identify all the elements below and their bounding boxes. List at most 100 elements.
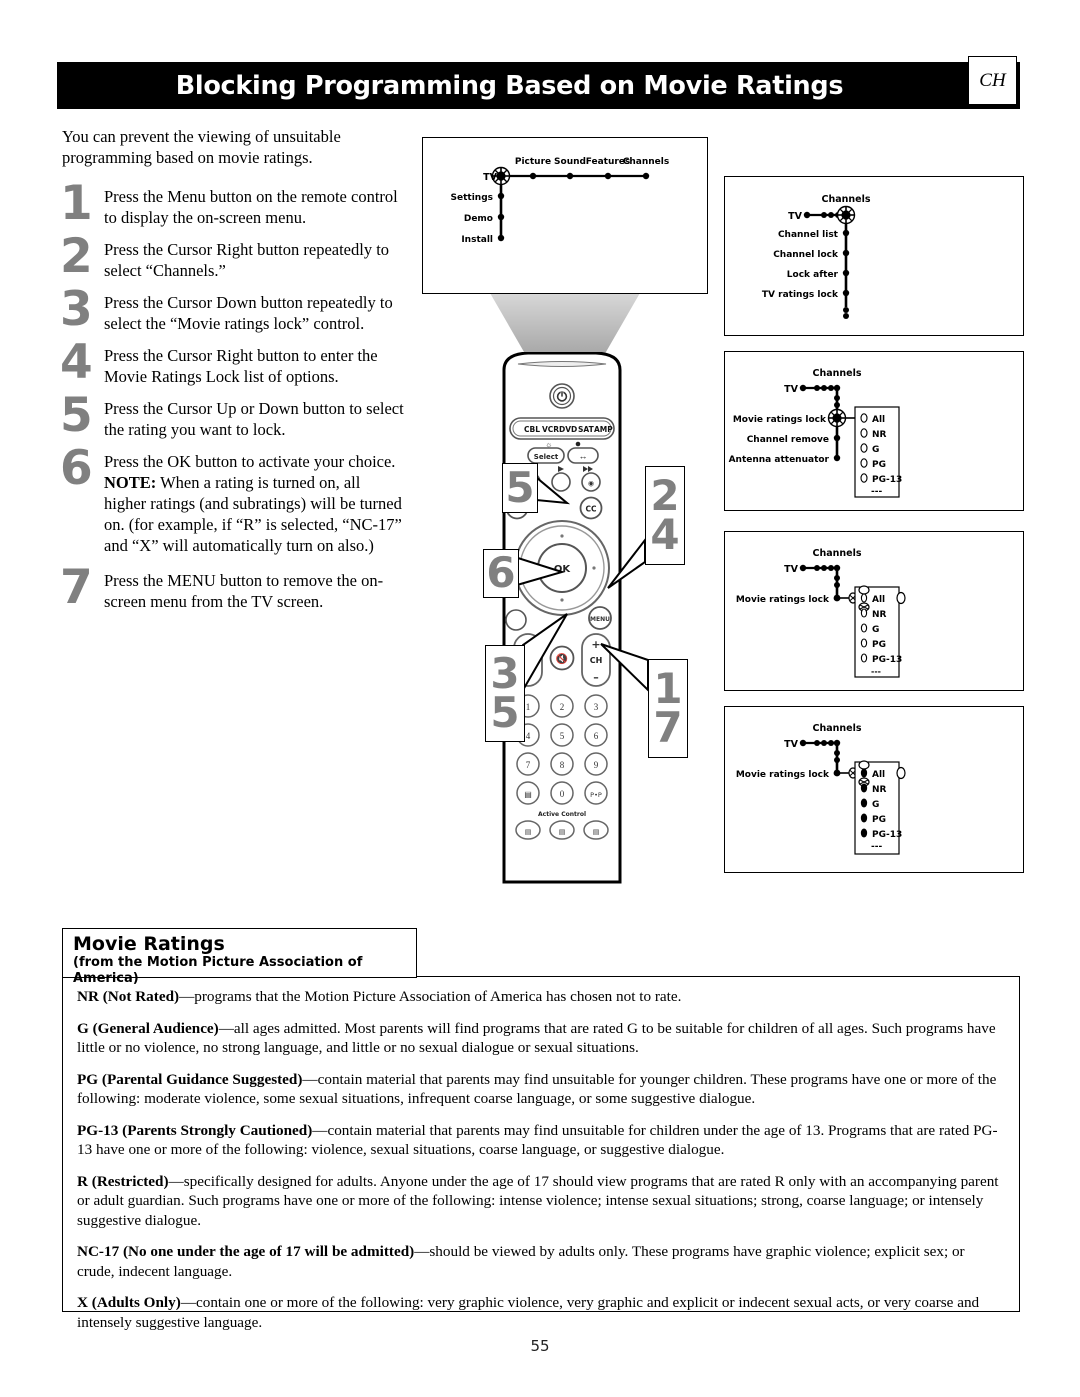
status-icon: ▤ bbox=[593, 828, 600, 836]
rating-term: NR (Not Rated) bbox=[77, 988, 180, 1005]
diagram2-parent-label: Channels bbox=[812, 368, 861, 379]
device-key-vcr: VCR bbox=[542, 425, 559, 434]
option-more: --- bbox=[871, 842, 882, 852]
step-text: Press the Menu button on the remote cont… bbox=[104, 187, 398, 227]
svg-text:◉: ◉ bbox=[588, 480, 594, 488]
exit-button bbox=[505, 609, 527, 631]
pip-label: P•P bbox=[590, 791, 602, 799]
right-cursor-icon bbox=[896, 766, 906, 780]
option-nr: NR bbox=[872, 785, 887, 795]
menu-item-sound: Sound bbox=[554, 157, 586, 167]
rating-term: R (Restricted) bbox=[77, 1172, 169, 1190]
callout-step-3-5: 3 5 bbox=[485, 645, 525, 742]
tv-root-label: TV bbox=[483, 172, 497, 183]
callout-step-1-7: 1 7 bbox=[648, 659, 688, 758]
diagram-channels-menu: TV Channels Channel list Channel lock Lo… bbox=[724, 176, 1024, 336]
cursor-up-marker bbox=[560, 534, 564, 538]
tv-root-label: TV bbox=[784, 384, 798, 395]
rating-term: PG (Parental Guidance Suggested) bbox=[77, 1070, 303, 1088]
menu-item-channel-list: Channel list bbox=[778, 230, 839, 240]
movie-ratings-subtitle: (from the Motion Picture Association of … bbox=[73, 955, 363, 986]
rating-term: PG-13 (Parents Strongly Cautioned) bbox=[77, 1121, 313, 1139]
device-key-sat: SAT bbox=[578, 425, 595, 434]
menu-item-tv-ratings-lock: TV ratings lock bbox=[762, 290, 839, 300]
option-pg: PG bbox=[872, 815, 886, 825]
menu-item-channels: Channels bbox=[623, 157, 669, 167]
option-pg-13: PG-13 bbox=[872, 830, 902, 840]
callout-step-2-4: 2 4 bbox=[645, 466, 685, 565]
manual-page: Blocking Programming Based on Movie Rati… bbox=[0, 0, 1080, 1397]
movie-ratings-header: Movie Ratings (from the Motion Picture A… bbox=[62, 928, 417, 986]
step-text: Press the Cursor Right button repeatedly… bbox=[104, 240, 390, 280]
tv-root-label: TV bbox=[784, 564, 798, 575]
diagram1-svg: TV Channels Channel list Channel lock Lo… bbox=[762, 194, 871, 319]
menu-item-channel-lock: Channel lock bbox=[773, 250, 839, 260]
diagram4-svg: TV Channels Movie ratings lock All NR G … bbox=[736, 723, 906, 855]
channel-label: CH bbox=[590, 656, 603, 665]
select-label: Select bbox=[534, 453, 559, 461]
selected-node-icon bbox=[838, 207, 854, 223]
mute-icon: 🔇 bbox=[556, 652, 568, 665]
note-label: NOTE: bbox=[104, 473, 157, 492]
diagram-ratings-list-locked: TV Channels Movie ratings lock All NR G … bbox=[724, 706, 1024, 873]
channel-down: – bbox=[593, 671, 599, 684]
step-number: 5 bbox=[60, 388, 93, 443]
step-item: 7 Press the MENU button to remove the on… bbox=[60, 564, 410, 612]
svg-text:7: 7 bbox=[526, 760, 531, 770]
callout-number: 6 bbox=[486, 548, 516, 598]
cursor-left-marker bbox=[528, 566, 532, 570]
step-text: Press the Cursor Up or Down button to se… bbox=[104, 399, 404, 439]
callout-number: 5 bbox=[505, 462, 535, 512]
rating-entry: PG-13 (Parents Strongly Cautioned)—conta… bbox=[77, 1121, 1005, 1160]
pip-position-icon: ▤ bbox=[524, 790, 532, 799]
steps-list: 1 Press the Menu button on the remote co… bbox=[60, 180, 410, 621]
movie-ratings-body: NR (Not Rated)—programs that the Motion … bbox=[62, 976, 1020, 1331]
option-g: G bbox=[872, 800, 879, 810]
step-note: NOTE: When a rating is turned on, all hi… bbox=[104, 472, 404, 556]
rating-entry: G (General Audience)—all ages admitted. … bbox=[77, 1019, 1005, 1058]
step-number: 1 bbox=[60, 176, 93, 231]
option-all: All bbox=[872, 595, 885, 605]
step-number: 6 bbox=[60, 441, 93, 496]
menu-item-antenna-attenuator: Antenna attenuator bbox=[729, 455, 830, 465]
step-text: Press the MENU button to remove the on-s… bbox=[104, 571, 384, 611]
tv-root-label: TV bbox=[788, 211, 802, 222]
play-button bbox=[551, 472, 571, 492]
remote-control-illustration: CBL VCR DVD SAT AMP ☼ Select ↔ ◉ ☺ CC OK bbox=[502, 352, 622, 884]
cursor-down-marker bbox=[560, 598, 564, 602]
tv-root-label: TV bbox=[784, 739, 798, 750]
volume-down: – bbox=[525, 672, 531, 685]
menu-label: MENU bbox=[590, 616, 610, 623]
ok-label: OK bbox=[554, 564, 572, 575]
option-g: G bbox=[872, 445, 879, 455]
step-text-group: Press the OK button to activate your cho… bbox=[104, 451, 404, 556]
option-all: All bbox=[872, 415, 885, 425]
right-cursor-icon bbox=[896, 591, 906, 605]
tv-menu-tree: TV Picture Sound Features Channels Setti… bbox=[451, 157, 670, 245]
option-nr: NR bbox=[872, 610, 887, 620]
active-control-label: Active Control bbox=[538, 811, 586, 818]
menu-item-picture: Picture bbox=[515, 157, 551, 167]
step-item: 5 Press the Cursor Up or Down button to … bbox=[60, 392, 410, 440]
step-number: 7 bbox=[60, 560, 93, 615]
option-g: G bbox=[872, 625, 879, 635]
page-header-bar: Blocking Programming Based on Movie Rati… bbox=[57, 62, 1020, 109]
rating-entry: NR (Not Rated)—programs that the Motion … bbox=[77, 987, 1005, 1007]
diagram4-parent-label: Channels bbox=[812, 723, 861, 734]
device-key-amp: AMP bbox=[594, 425, 613, 434]
step-text: Press the OK button to activate your cho… bbox=[104, 452, 396, 471]
svg-text:3: 3 bbox=[594, 702, 599, 712]
option-pg-13: PG-13 bbox=[872, 655, 902, 665]
info-icon: ▤ bbox=[525, 828, 532, 836]
rating-desc: —specifically designed for adults. Anyon… bbox=[77, 1172, 999, 1229]
step-number: 2 bbox=[60, 229, 93, 284]
menu-item-lock-after: Lock after bbox=[787, 270, 839, 280]
record-dot-icon bbox=[575, 441, 581, 447]
cc-label: CC bbox=[585, 505, 597, 514]
tv-screen-panel: TV Picture Sound Features Channels Setti… bbox=[422, 137, 708, 294]
rating-desc: —programs that the Motion Picture Associ… bbox=[179, 988, 682, 1005]
step-number: 4 bbox=[60, 335, 93, 390]
svg-text:9: 9 bbox=[594, 760, 599, 770]
cursor-up-icon bbox=[858, 585, 870, 595]
svg-text:8: 8 bbox=[560, 760, 565, 770]
